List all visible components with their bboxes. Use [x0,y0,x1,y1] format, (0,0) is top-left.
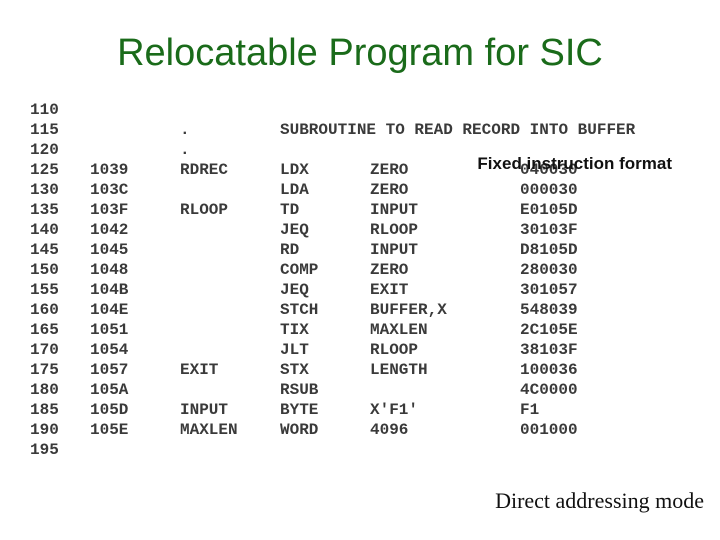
col-line: 140 [30,220,90,240]
col-line: 115 [30,120,90,140]
slide: Relocatable Program for SIC Fixed instru… [0,0,720,540]
col-operand: EXIT [370,280,520,300]
col-op: TD [280,200,370,220]
col-op: JEQ [280,280,370,300]
col-line: 135 [30,200,90,220]
annotation-fixed-format: Fixed instruction format [477,154,672,174]
page-title: Relocatable Program for SIC [0,32,720,75]
col-line: 190 [30,420,90,440]
col-line: 165 [30,320,90,340]
annotation-direct-mode: Direct addressing mode [495,488,704,514]
col-op: LDX [280,160,370,180]
col-line: 145 [30,240,90,260]
col-label: MAXLEN [180,420,280,440]
col-op: JLT [280,340,370,360]
col-operand: ZERO [370,180,520,200]
listing-row: 155104B JEQEXIT301057 [30,280,700,300]
col-loc: 1039 [90,160,180,180]
col-operand: MAXLEN [370,320,520,340]
listing-row: 130103C LDAZERO000030 [30,180,700,200]
listing-row: 1451045 RDINPUTD8105D [30,240,700,260]
col-line: 160 [30,300,90,320]
col-obj: F1 [520,400,610,420]
listing-row: 135103FRLOOPTDINPUTE0105D [30,200,700,220]
col-line: 185 [30,400,90,420]
listing-row: 1651051 TIXMAXLEN2C105E [30,320,700,340]
col-line: 175 [30,360,90,380]
col-line: 195 [30,440,90,460]
col-loc: 1057 [90,360,180,380]
col-operand: BUFFER,X [370,300,520,320]
listing-row: 110 [30,100,700,120]
col-obj: 30103F [520,220,610,240]
listing-row: 1501048 COMPZERO280030 [30,260,700,280]
col-loc: 104E [90,300,180,320]
col-loc: 1045 [90,240,180,260]
col-operand: X'F1' [370,400,520,420]
col-op: RSUB [280,380,370,400]
col-label: INPUT [180,400,280,420]
col-label: . [180,140,280,160]
col-obj: 4C0000 [520,380,610,400]
col-op: WORD [280,420,370,440]
col-op: TIX [280,320,370,340]
col-op: RD [280,240,370,260]
col-op: STX [280,360,370,380]
col-obj: 001000 [520,420,610,440]
listing-row: 1751057EXITSTXLENGTH100036 [30,360,700,380]
col-operand: RLOOP [370,340,520,360]
col-obj: 280030 [520,260,610,280]
col-loc: 1042 [90,220,180,240]
col-obj: 38103F [520,340,610,360]
col-line: 155 [30,280,90,300]
col-line: 170 [30,340,90,360]
col-obj: 2C105E [520,320,610,340]
col-line: 180 [30,380,90,400]
col-line: 120 [30,140,90,160]
col-operand: RLOOP [370,220,520,240]
col-line: 130 [30,180,90,200]
col-operand: INPUT [370,200,520,220]
col-obj: D8105D [520,240,610,260]
col-loc: 1048 [90,260,180,280]
listing-row: 190105EMAXLENWORD4096001000 [30,420,700,440]
col-obj: 548039 [520,300,610,320]
col-label: RLOOP [180,200,280,220]
col-loc: 104B [90,280,180,300]
listing-row: 180105A RSUB 4C0000 [30,380,700,400]
col-op: BYTE [280,400,370,420]
col-comment: SUBROUTINE TO READ RECORD INTO BUFFER [280,120,635,140]
col-loc: 105A [90,380,180,400]
col-label: RDREC [180,160,280,180]
col-loc: 103C [90,180,180,200]
col-op: LDA [280,180,370,200]
col-loc: 1054 [90,340,180,360]
col-label: . [180,120,280,140]
col-operand: 4096 [370,420,520,440]
col-line: 125 [30,160,90,180]
col-loc: 105E [90,420,180,440]
col-operand: LENGTH [370,360,520,380]
col-loc: 105D [90,400,180,420]
listing-row: 115.SUBROUTINE TO READ RECORD INTO BUFFE… [30,120,700,140]
col-loc: 1051 [90,320,180,340]
listing-row: 1401042 JEQRLOOP30103F [30,220,700,240]
col-loc: 103F [90,200,180,220]
listing-row: 1701054 JLTRLOOP38103F [30,340,700,360]
listing-row: 195 [30,440,700,460]
col-operand: INPUT [370,240,520,260]
col-label: EXIT [180,360,280,380]
col-obj: 100036 [520,360,610,380]
col-operand: ZERO [370,260,520,280]
listing-row: 160104E STCHBUFFER,X548039 [30,300,700,320]
col-op: JEQ [280,220,370,240]
col-line: 150 [30,260,90,280]
col-obj: 301057 [520,280,610,300]
col-op: STCH [280,300,370,320]
col-line: 110 [30,100,90,120]
listing-row: 185105DINPUTBYTEX'F1'F1 [30,400,700,420]
col-op: COMP [280,260,370,280]
col-obj: E0105D [520,200,610,220]
col-obj: 000030 [520,180,610,200]
